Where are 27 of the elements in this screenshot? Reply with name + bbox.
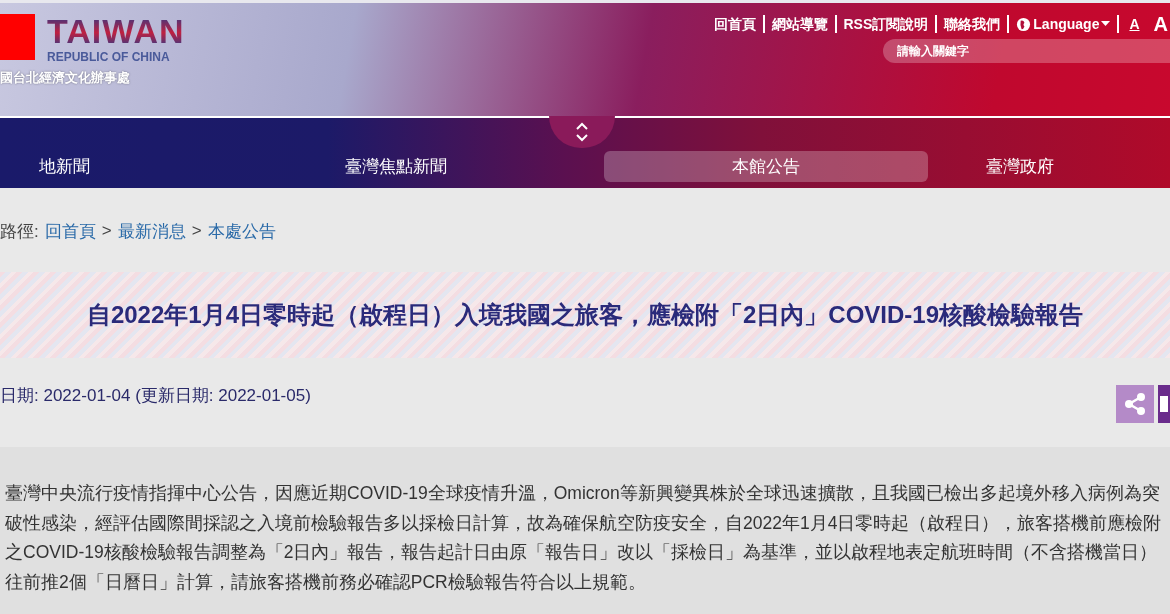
header-link[interactable]: 聯絡我們 — [937, 15, 1010, 33]
globe-icon — [1016, 16, 1032, 32]
breadcrumb-separator: > — [101, 221, 112, 241]
article-title: 自2022年1月4日零時起（啟程日）入境我國之旅客，應檢附「2日內」COVID-19核酸檢驗報告 — [86, 300, 1084, 330]
nav-tab[interactable]: 地新聞 — [0, 151, 188, 182]
logo-subtitle: REPUBLIC OF CHINA — [47, 50, 171, 64]
font-size-small-button[interactable]: A — [1119, 15, 1146, 33]
header-link[interactable]: 網站導覽 — [764, 15, 837, 33]
nav-tab[interactable]: 本館公告 — [604, 151, 928, 182]
nav-tab[interactable]: 臺灣焦點新聞 — [234, 151, 558, 182]
breadcrumb-link[interactable]: 回首頁 — [44, 219, 96, 243]
share-icon — [1122, 391, 1148, 417]
office-name: 國台北經濟文化辦事處 — [0, 69, 131, 87]
language-menu[interactable]: Language — [1009, 15, 1120, 33]
article-body: 臺灣中央流行疫情指揮中心公告，因應近期COVID-19全球疫情升溫，Omicron等新興變異株於全球迅速擴散，且我國已檢出多起境外移入病例為突破性感染，經評估國際間採認之入境前檢驗報告多以採檢日計算，故為確保航空防疫安全，自2022年1月4日零時起（啟程日），旅客搭機前應檢附之COVID-19核酸檢驗報告調整為「2日內」報告，報告起計日由原「報告日」改以「採檢日」為基準，並以啟程地表定航班時間（不含搭機當日）往前推2個「日曆日」計算，請旅客搭機前務必確認PCR檢驗報告符合以上規範。 — [5, 482, 1163, 594]
header-link[interactable]: RSS訂閱說明 — [836, 15, 938, 33]
chevron-icon — [575, 121, 589, 143]
nav-tab[interactable]: 臺灣政府 — [974, 151, 1170, 182]
flag-icon — [0, 14, 35, 60]
breadcrumb-link[interactable]: 最新消息 — [117, 219, 186, 243]
breadcrumb-link[interactable]: 本處公告 — [207, 219, 276, 243]
header-link[interactable]: 回首頁 — [706, 15, 765, 33]
breadcrumb-separator: > — [191, 221, 202, 241]
caret-icon — [1101, 21, 1111, 27]
publish-dates: 日期: 2022-01-04 (更新日期: 2022-01-05) — [0, 385, 311, 407]
breadcrumb-label: 路徑: — [0, 220, 39, 243]
font-size-large-button[interactable]: A — [1145, 15, 1170, 33]
